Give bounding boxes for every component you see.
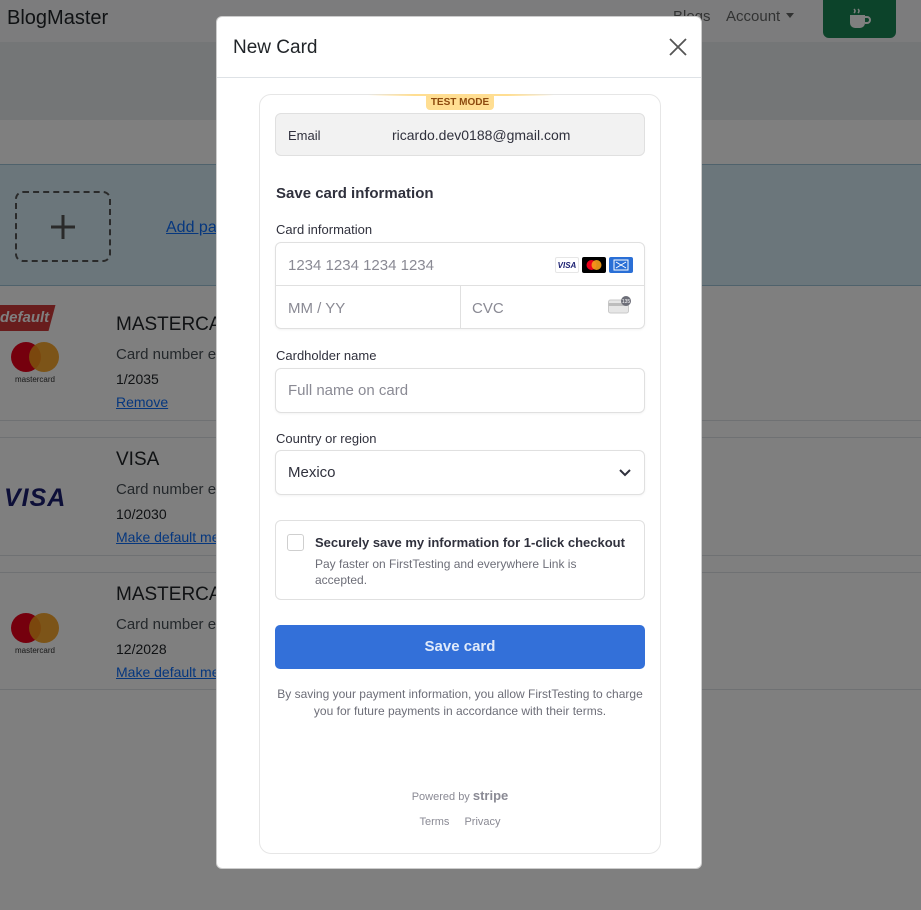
email-label: Email — [288, 128, 321, 143]
cardholder-placeholder: Full name on card — [288, 382, 409, 399]
new-card-modal: New Card TEST MODE Email ricardo.dev0188… — [216, 16, 702, 869]
cvc-input[interactable]: CVC — [472, 300, 504, 317]
stripe-logo: stripe — [472, 788, 509, 803]
powered-by-stripe: Powered by stripe — [260, 788, 660, 803]
visa-icon: VISA — [555, 257, 579, 273]
amex-icon — [609, 257, 633, 273]
save-card-button[interactable]: Save card — [275, 625, 645, 669]
card-info-group: 1234 1234 1234 1234 VISA MM / YY CVC 135 — [275, 242, 645, 329]
country-value: Mexico — [288, 464, 336, 481]
cardholder-label: Cardholder name — [276, 348, 377, 363]
save-info-checkbox[interactable] — [287, 534, 304, 551]
cvc-card-icon: 135 — [608, 296, 631, 314]
section-title: Save card information — [276, 185, 434, 202]
test-mode-badge: TEST MODE — [426, 95, 494, 110]
chevron-down-icon — [619, 469, 631, 477]
expiry-input[interactable]: MM / YY — [288, 300, 345, 317]
footer-links: Terms Privacy — [260, 816, 660, 828]
stripe-payment-form: TEST MODE Email ricardo.dev0188@gmail.co… — [259, 94, 661, 854]
modal-header: New Card — [217, 17, 701, 78]
terms-link[interactable]: Terms — [419, 816, 449, 828]
card-brand-icons: VISA — [555, 257, 633, 273]
mastercard-icon — [582, 257, 606, 273]
modal-title: New Card — [233, 37, 318, 58]
link-save-box: Securely save my information for 1-click… — [275, 520, 645, 600]
svg-text:135: 135 — [622, 299, 631, 305]
card-info-label: Card information — [276, 222, 373, 237]
card-number-input[interactable]: 1234 1234 1234 1234 — [288, 257, 434, 274]
email-value: ricardo.dev0188@gmail.com — [392, 127, 571, 143]
privacy-link[interactable]: Privacy — [464, 816, 500, 828]
country-select[interactable]: Mexico — [275, 450, 645, 495]
cardholder-input[interactable]: Full name on card — [275, 368, 645, 413]
email-field[interactable]: Email ricardo.dev0188@gmail.com — [275, 113, 645, 156]
powered-by-label: Powered by — [411, 791, 470, 803]
country-label: Country or region — [276, 431, 377, 446]
link-description: Pay faster on FirstTesting and everywher… — [315, 557, 577, 587]
divider — [460, 286, 461, 329]
terms-text: By saving your payment information, you … — [277, 687, 643, 718]
close-icon[interactable] — [667, 36, 689, 58]
link-title: Securely save my information for 1-click… — [315, 535, 625, 550]
